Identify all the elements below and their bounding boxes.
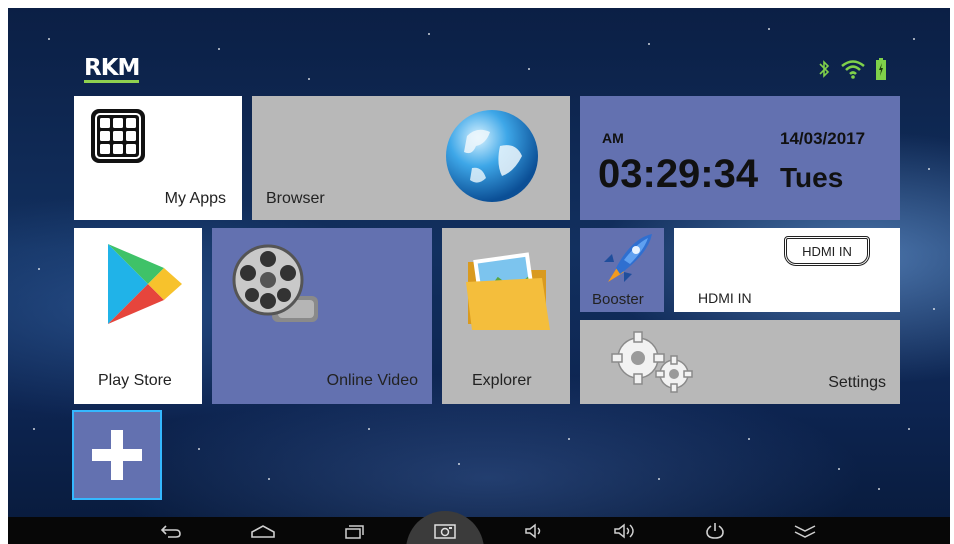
hdmi-in-tile[interactable]: HDMI IN HDMI IN [674, 228, 900, 312]
film-reel-icon [232, 244, 318, 322]
app-grid-icon [91, 109, 145, 163]
back-icon [160, 525, 181, 538]
hdmi-port-icon: HDMI IN [784, 236, 870, 266]
play-store-icon [108, 244, 182, 324]
my-apps-label: My Apps [164, 190, 226, 207]
clock-day: Tues [780, 162, 844, 193]
hdmi-badge-text: HDMI IN [802, 243, 852, 259]
clock-am-pm: AM [602, 130, 624, 146]
system-navigation-bar [8, 511, 950, 544]
recents-icon [345, 525, 364, 539]
home-icon [251, 525, 275, 538]
folder-icon [466, 252, 550, 330]
volume-up-icon [614, 523, 634, 539]
battery-icon [876, 58, 886, 80]
gears-icon [611, 331, 693, 393]
power-icon [706, 523, 724, 539]
launcher-screen: RKM My Apps Browser AM 14/03/2017 03:29:… [8, 8, 950, 544]
play-store-tile[interactable]: Play Store [74, 228, 202, 404]
booster-label: Booster [592, 291, 644, 308]
volume-down-button[interactable] [522, 521, 548, 541]
hide-bar-button[interactable] [792, 521, 818, 541]
power-button[interactable] [702, 521, 728, 541]
brand-logo: RKM [84, 55, 140, 83]
clock-date: 14/03/2017 [780, 129, 866, 148]
browser-label: Browser [266, 190, 325, 207]
settings-tile[interactable]: Settings [580, 320, 900, 404]
status-bar-icons [818, 58, 886, 80]
hide-bar-icon [794, 525, 816, 538]
clock-time: 03:29:34 [598, 152, 759, 196]
home-button[interactable] [250, 521, 276, 541]
booster-tile[interactable]: Booster [580, 228, 664, 312]
add-shortcut-button[interactable] [72, 410, 162, 500]
clock-widget[interactable]: AM 14/03/2017 03:29:34 Tues [580, 96, 900, 220]
volume-down-icon [525, 523, 541, 539]
explorer-tile[interactable]: Explorer [442, 228, 570, 404]
online-video-label: Online Video [326, 372, 418, 389]
volume-up-button[interactable] [612, 521, 638, 541]
back-button[interactable] [158, 521, 184, 541]
screenshot-icon [434, 524, 456, 539]
screenshot-button[interactable] [432, 521, 458, 541]
globe-icon [446, 110, 538, 202]
play-store-label: Play Store [98, 372, 172, 389]
online-video-tile[interactable]: Online Video [212, 228, 432, 404]
bluetooth-icon [819, 60, 830, 78]
rocket-icon [604, 234, 652, 282]
settings-label: Settings [828, 374, 886, 391]
browser-tile[interactable]: Browser [252, 96, 570, 220]
recents-button[interactable] [342, 521, 368, 541]
hdmi-in-label: HDMI IN [698, 290, 752, 306]
explorer-label: Explorer [472, 372, 532, 389]
my-apps-tile[interactable]: My Apps [74, 96, 242, 220]
wifi-icon [841, 60, 865, 79]
plus-icon [92, 430, 142, 480]
